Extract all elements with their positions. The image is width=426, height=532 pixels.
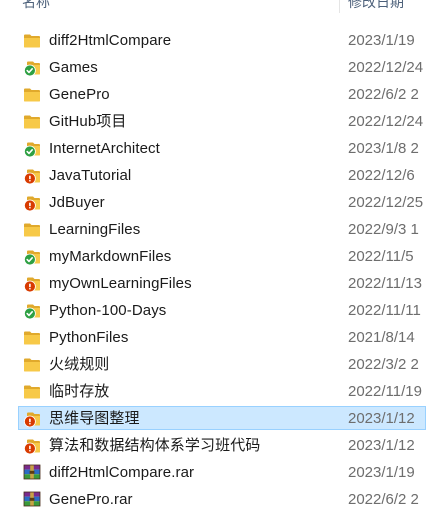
column-divider[interactable] <box>339 0 340 13</box>
file-row[interactable]: LearningFiles 2022/9/3 1 <box>0 216 426 243</box>
folder-conflict-icon <box>23 410 41 428</box>
file-name: GenePro <box>49 86 110 103</box>
file-name: LearningFiles <box>49 221 141 238</box>
file-modified-date: 2023/1/12 <box>348 437 415 454</box>
file-modified-date: 2022/11/13 <box>348 275 422 292</box>
file-modified-date: 2022/12/6 <box>348 167 415 184</box>
file-modified-date: 2022/11/19 <box>348 383 422 400</box>
file-name: 临时存放 <box>49 383 110 400</box>
folder-synced-icon <box>23 59 41 77</box>
file-modified-date: 2022/11/11 <box>348 302 421 319</box>
file-modified-date: 2023/1/19 <box>348 32 415 49</box>
folder-synced-icon <box>23 140 41 158</box>
column-header: 名称 修改日期 <box>0 0 426 13</box>
file-name: GenePro.rar <box>49 491 133 508</box>
file-row[interactable]: GitHub项目 2022/12/24 <box>0 108 426 135</box>
column-header-modified[interactable]: 修改日期 <box>348 0 404 13</box>
file-list: diff2HtmlCompare 2023/1/19 Games 2022/12/24… <box>0 27 426 513</box>
file-modified-date: 2023/1/8 2 <box>348 140 419 157</box>
file-modified-date: 2022/6/2 2 <box>348 491 419 508</box>
file-modified-date: 2023/1/12 <box>348 410 415 427</box>
file-modified-date: 2022/3/2 2 <box>348 356 419 373</box>
folder-icon <box>23 32 41 49</box>
file-name: diff2HtmlCompare <box>49 32 172 49</box>
rar-archive-icon <box>23 464 41 481</box>
file-modified-date: 2021/8/14 <box>348 329 415 346</box>
folder-icon <box>23 356 41 373</box>
file-name: 火绒规则 <box>49 356 110 373</box>
file-modified-date: 2022/12/24 <box>348 113 424 130</box>
folder-synced-icon <box>23 248 41 266</box>
file-row[interactable]: 算法和数据结构体系学习班代码 2023/1/12 <box>0 432 426 459</box>
file-name: PythonFiles <box>49 329 129 346</box>
file-modified-date: 2022/12/25 <box>348 194 424 211</box>
file-row[interactable]: Python-100-Days 2022/11/11 <box>0 297 426 324</box>
file-modified-date: 2022/9/3 1 <box>348 221 419 238</box>
folder-icon <box>23 86 41 103</box>
file-row[interactable]: Games 2022/12/24 <box>0 54 426 81</box>
file-explorer: 名称 修改日期 diff2HtmlCompare 2023/1/19 Games 20… <box>0 0 426 532</box>
file-row[interactable]: myOwnLearningFiles 2022/11/13 <box>0 270 426 297</box>
file-row-selected[interactable]: 思维导图整理 2023/1/12 <box>0 405 426 432</box>
file-name: Python-100-Days <box>49 302 167 319</box>
file-modified-date: 2023/1/19 <box>348 464 415 481</box>
file-row[interactable]: InternetArchitect 2023/1/8 2 <box>0 135 426 162</box>
folder-icon <box>23 221 41 238</box>
file-name: 思维导图整理 <box>49 410 140 427</box>
file-name: myOwnLearningFiles <box>49 275 192 292</box>
file-row[interactable]: 火绒规则 2022/3/2 2 <box>0 351 426 378</box>
file-row[interactable]: JdBuyer 2022/12/25 <box>0 189 426 216</box>
file-name: JavaTutorial <box>49 167 132 184</box>
file-row[interactable]: diff2HtmlCompare 2023/1/19 <box>0 27 426 54</box>
file-row[interactable]: diff2HtmlCompare.rar 2023/1/19 <box>0 459 426 486</box>
folder-conflict-icon <box>23 437 41 455</box>
file-row[interactable]: 临时存放 2022/11/19 <box>0 378 426 405</box>
file-row[interactable]: GenePro.rar 2022/6/2 2 <box>0 486 426 513</box>
file-modified-date: 2022/11/5 <box>348 248 414 265</box>
folder-conflict-icon <box>23 194 41 212</box>
folder-conflict-icon <box>23 167 41 185</box>
column-header-name[interactable]: 名称 <box>22 0 50 13</box>
folder-synced-icon <box>23 302 41 320</box>
file-name: InternetArchitect <box>49 140 160 157</box>
rar-archive-icon <box>23 491 41 508</box>
file-row[interactable]: PythonFiles 2021/8/14 <box>0 324 426 351</box>
file-name: Games <box>49 59 98 76</box>
file-row[interactable]: myMarkdownFiles 2022/11/5 <box>0 243 426 270</box>
file-name: 算法和数据结构体系学习班代码 <box>49 437 261 454</box>
folder-icon <box>23 383 41 400</box>
file-name: JdBuyer <box>49 194 105 211</box>
file-name: myMarkdownFiles <box>49 248 172 265</box>
file-modified-date: 2022/6/2 2 <box>348 86 419 103</box>
file-name: diff2HtmlCompare.rar <box>49 464 195 481</box>
folder-conflict-icon <box>23 275 41 293</box>
file-row[interactable]: GenePro 2022/6/2 2 <box>0 81 426 108</box>
folder-icon <box>23 113 41 130</box>
file-modified-date: 2022/12/24 <box>348 59 424 76</box>
folder-icon <box>23 329 41 346</box>
file-row[interactable]: JavaTutorial 2022/12/6 <box>0 162 426 189</box>
file-name: GitHub项目 <box>49 113 127 130</box>
